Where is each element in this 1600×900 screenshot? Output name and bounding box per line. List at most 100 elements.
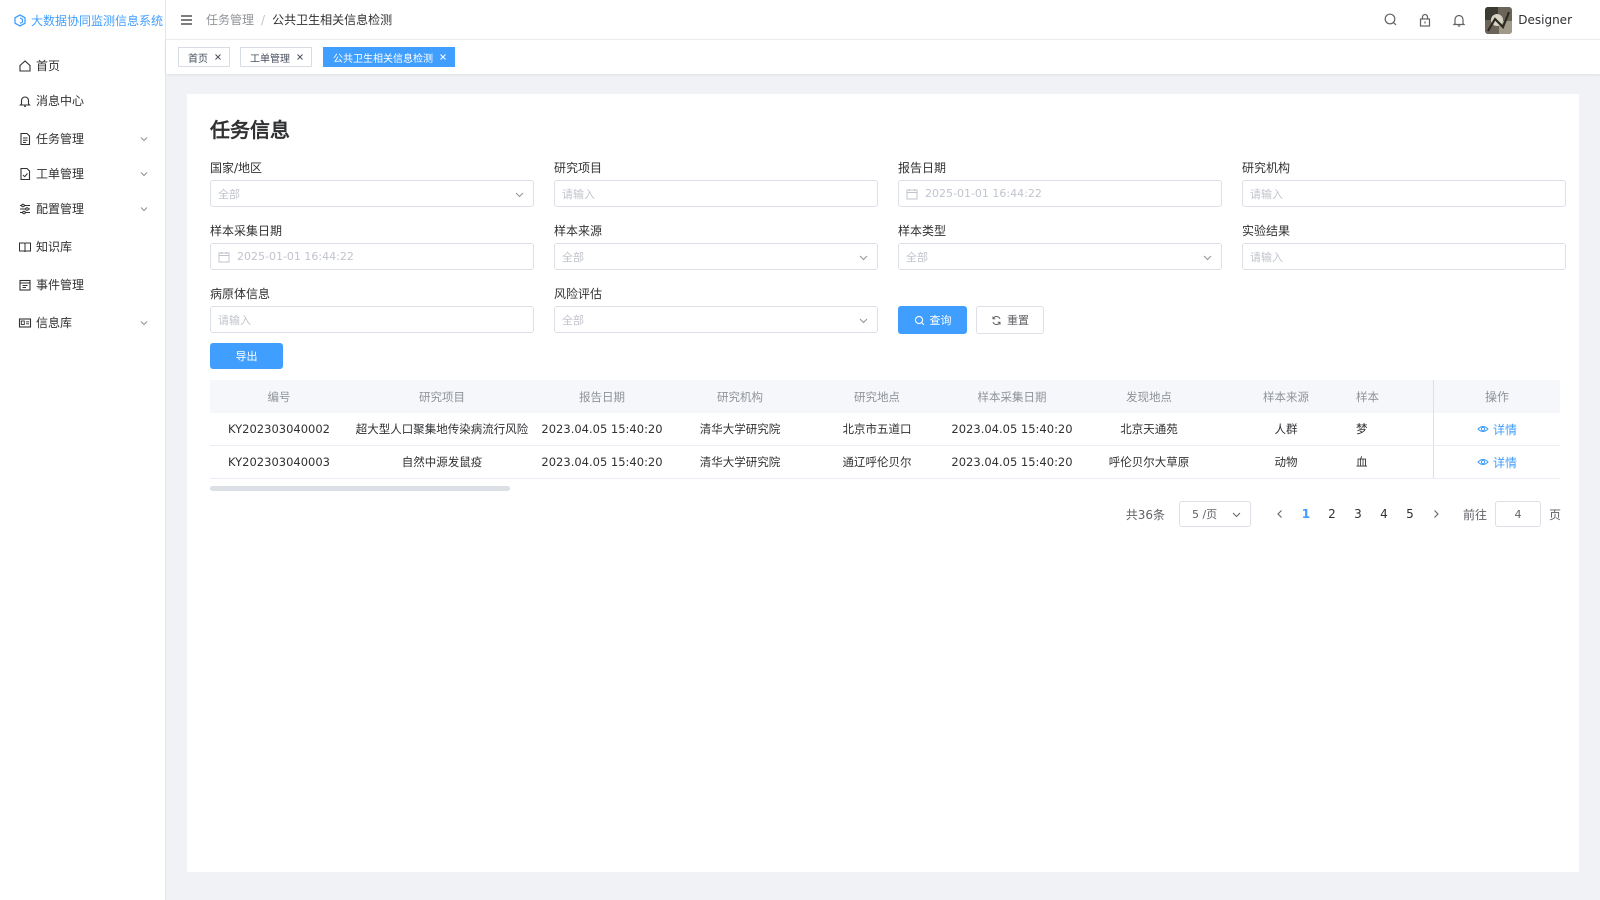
calendar-icon bbox=[218, 251, 230, 263]
sidebar-item-workorders[interactable]: 工单管理 bbox=[0, 156, 165, 191]
page-button[interactable]: 5 bbox=[1397, 501, 1423, 527]
breadcrumb: 任务管理 / 公共卫生相关信息检测 bbox=[206, 11, 392, 28]
tag-workorders[interactable]: 工单管理 bbox=[240, 47, 312, 67]
table-cell: 血 bbox=[1356, 455, 1368, 469]
table-cell: 北京天通苑 bbox=[1120, 422, 1178, 436]
table-cell: 人群 bbox=[1274, 422, 1298, 436]
page-suffix: 页 bbox=[1548, 507, 1561, 522]
export-button[interactable]: 导出 bbox=[210, 343, 283, 369]
close-icon[interactable] bbox=[214, 53, 222, 61]
tag-label: 首页 bbox=[188, 53, 208, 65]
document-icon bbox=[18, 132, 32, 146]
project-input[interactable]: 请输入 bbox=[554, 180, 878, 207]
pagination: 共36条 5 /页 1 2 3 4 5 前往 4 页 bbox=[1126, 500, 1561, 528]
prev-page-button[interactable] bbox=[1267, 501, 1293, 527]
sidebar-item-config[interactable]: 配置管理 bbox=[0, 191, 165, 226]
table-cell: 清华大学研究院 bbox=[699, 422, 781, 436]
goto-label: 前往 bbox=[1462, 507, 1487, 522]
reset-button[interactable]: 重置 bbox=[976, 306, 1044, 334]
next-page-button[interactable] bbox=[1423, 501, 1449, 527]
risk-select[interactable]: 全部 bbox=[554, 306, 878, 333]
tag-home[interactable]: 首页 bbox=[178, 47, 230, 67]
page-button[interactable]: 4 bbox=[1371, 501, 1397, 527]
sidebar-item-events[interactable]: 事件管理 bbox=[0, 267, 165, 302]
sidebar-item-home[interactable]: 首页 bbox=[0, 48, 165, 83]
report-date-placeholder: 2025-01-01 16:44:22 bbox=[925, 187, 1042, 200]
query-button[interactable]: 查询 bbox=[898, 306, 967, 334]
username[interactable]: Designer bbox=[1518, 13, 1572, 27]
chevron-down-icon bbox=[139, 134, 149, 144]
tag-public-health[interactable]: 公共卫生相关信息检测 bbox=[323, 47, 455, 67]
page-title: 任务信息 bbox=[210, 118, 290, 142]
close-icon[interactable] bbox=[296, 53, 304, 61]
sidebar-item-label: 信息库 bbox=[36, 316, 73, 330]
app-logo[interactable]: 大数据协同监测信息系统 bbox=[0, 0, 165, 40]
breadcrumb-item[interactable]: 任务管理 bbox=[206, 11, 254, 28]
page-button[interactable]: 1 bbox=[1293, 501, 1319, 527]
sidebar-item-label: 知识库 bbox=[36, 240, 73, 254]
eye-icon bbox=[1477, 423, 1489, 435]
search-icon[interactable] bbox=[1383, 12, 1399, 28]
table-cell: 通辽呼伦贝尔 bbox=[842, 455, 912, 469]
file-check-icon bbox=[18, 167, 32, 181]
detail-link[interactable]: 详情 bbox=[1433, 413, 1560, 445]
country-select[interactable]: 全部 bbox=[210, 180, 534, 207]
page-size-select[interactable]: 5 /页 bbox=[1178, 501, 1251, 527]
eye-icon bbox=[1477, 456, 1489, 468]
table-row: KY202303040003 自然中源发鼠疫 2023.04.05 15:40:… bbox=[210, 446, 1560, 479]
sample-type-value: 全部 bbox=[906, 250, 928, 264]
page-button[interactable]: 2 bbox=[1319, 501, 1345, 527]
table-cell: 呼伦贝尔大草原 bbox=[1108, 455, 1190, 469]
top-header: 任务管理 / 公共卫生相关信息检测 Designer bbox=[166, 0, 1600, 40]
sidebar-item-infobase[interactable]: 信息库 bbox=[0, 305, 165, 340]
institution-input[interactable]: 请输入 bbox=[1242, 180, 1566, 207]
lab-result-input[interactable]: 请输入 bbox=[1242, 243, 1566, 270]
hamburger-icon[interactable] bbox=[180, 12, 196, 28]
table-cell: 2023.04.05 15:40:20 bbox=[951, 455, 1073, 469]
country-label: 国家/地区 bbox=[210, 161, 263, 175]
table-cell: 2023.04.05 15:40:20 bbox=[541, 455, 663, 469]
bell-icon bbox=[18, 94, 32, 108]
sidebar-item-tasks[interactable]: 任务管理 bbox=[0, 121, 165, 156]
pathogen-input[interactable]: 请输入 bbox=[210, 306, 534, 333]
query-button-label: 查询 bbox=[929, 314, 952, 327]
detail-link-label: 详情 bbox=[1492, 422, 1517, 437]
lock-icon[interactable] bbox=[1417, 12, 1433, 28]
sample-type-select[interactable]: 全部 bbox=[898, 243, 1222, 270]
horizontal-scrollbar[interactable] bbox=[210, 486, 510, 491]
breadcrumb-item-current: 公共卫生相关信息检测 bbox=[272, 13, 393, 27]
column-header: 研究项目 bbox=[419, 389, 465, 404]
column-header: 报告日期 bbox=[579, 389, 625, 404]
chevron-down-icon bbox=[139, 169, 149, 179]
pathogen-placeholder: 请输入 bbox=[218, 313, 251, 327]
chevron-down-icon bbox=[139, 318, 149, 328]
goto-page-input[interactable]: 4 bbox=[1494, 501, 1541, 527]
report-date-picker[interactable]: 2025-01-01 16:44:22 bbox=[898, 180, 1222, 207]
institution-label: 研究机构 bbox=[1242, 161, 1291, 175]
column-header: 样本来源 bbox=[1263, 389, 1309, 404]
pathogen-label: 病原体信息 bbox=[210, 287, 271, 301]
close-icon[interactable] bbox=[439, 53, 447, 61]
detail-link[interactable]: 详情 bbox=[1433, 446, 1560, 478]
column-header-actions: 操作 bbox=[1433, 380, 1560, 413]
column-header: 编号 bbox=[267, 389, 291, 404]
sample-date-label: 样本采集日期 bbox=[210, 224, 283, 238]
id-card-icon bbox=[18, 316, 32, 330]
sample-date-picker[interactable]: 2025-01-01 16:44:22 bbox=[210, 243, 534, 270]
notification-bell-icon[interactable] bbox=[1451, 12, 1467, 28]
home-icon bbox=[18, 59, 32, 73]
table-cell: 清华大学研究院 bbox=[699, 455, 781, 469]
sample-source-select[interactable]: 全部 bbox=[554, 243, 878, 270]
sample-date-placeholder: 2025-01-01 16:44:22 bbox=[237, 250, 354, 263]
page-size-value: 5 /页 bbox=[1191, 508, 1218, 521]
book-icon bbox=[18, 240, 32, 254]
detail-link-label: 详情 bbox=[1492, 455, 1517, 470]
sidebar-item-messages[interactable]: 消息中心 bbox=[0, 83, 165, 118]
sidebar-item-knowledge[interactable]: 知识库 bbox=[0, 229, 165, 264]
tag-label: 工单管理 bbox=[250, 53, 290, 65]
calendar-icon bbox=[906, 188, 918, 200]
avatar[interactable] bbox=[1485, 6, 1513, 34]
pagination-total: 共36条 bbox=[1125, 507, 1165, 522]
page-button[interactable]: 3 bbox=[1345, 501, 1371, 527]
search-icon bbox=[914, 315, 924, 325]
